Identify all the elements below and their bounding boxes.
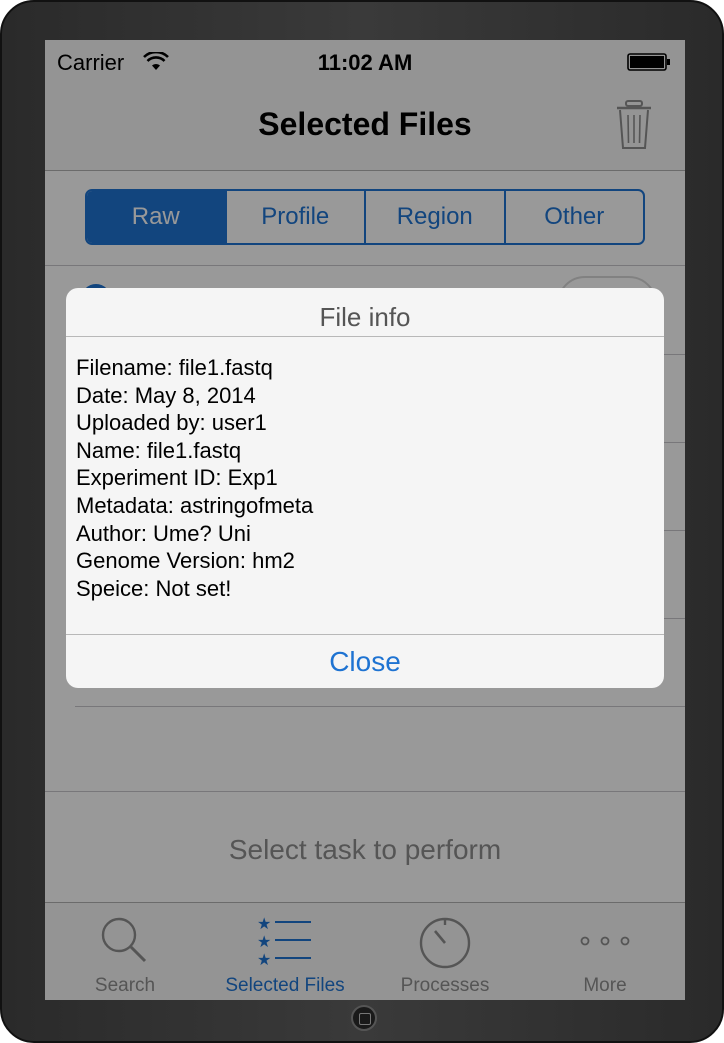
file-info-name: Name: file1.fastq — [76, 437, 242, 463]
file-info-genome-version: Genome Version: hm2 — [76, 548, 295, 574]
screen: Carrier 11:02 AM Selected Files Raw Prof… — [45, 40, 685, 1000]
file-info-filename: Filename: file1.fastq — [76, 355, 273, 380]
file-info-uploader: Uploaded by: user1 — [76, 410, 267, 436]
alert-title: File info — [319, 302, 411, 332]
close-button[interactable]: Close — [66, 635, 664, 688]
file-info-alert: File info Filename: file1.fastq Date: Ma… — [66, 288, 664, 688]
home-button-glyph — [359, 1013, 371, 1025]
file-info-experiment-id: Experiment ID: Exp1 — [76, 465, 278, 491]
alert-title-divider — [66, 336, 664, 337]
home-button[interactable] — [351, 1005, 377, 1031]
device-frame: Carrier 11:02 AM Selected Files Raw Prof… — [0, 0, 724, 1043]
file-info-species: Speice: Not set! — [76, 575, 232, 601]
file-info-author: Author: Ume? Uni — [76, 520, 251, 546]
alert-message: Filename: file1.fastq Date: May 8, 2014 … — [76, 354, 654, 602]
file-info-date: Date: May 8, 2014 — [76, 382, 256, 408]
file-info-metadata: Metadata: astringofmeta — [76, 492, 314, 518]
